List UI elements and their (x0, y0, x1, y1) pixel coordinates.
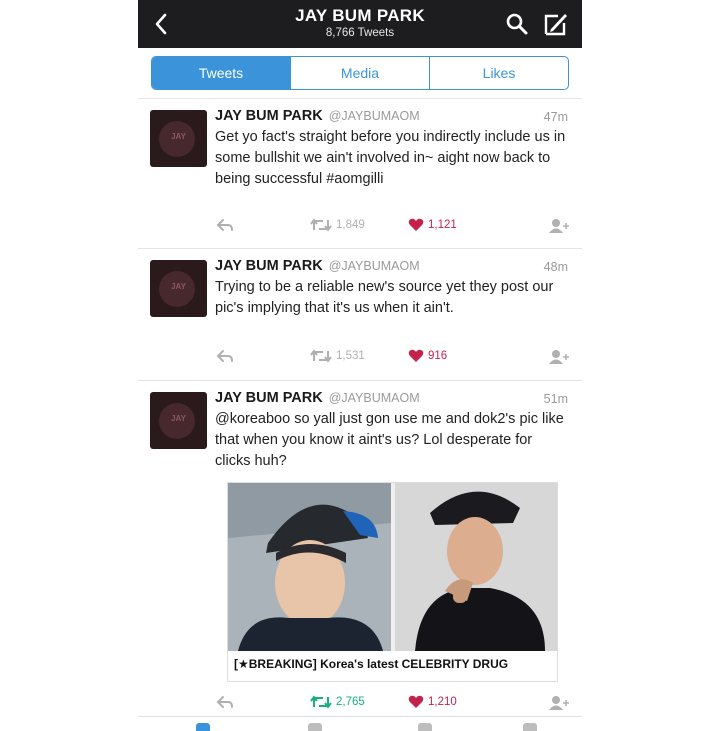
divider (138, 98, 582, 99)
author-handle: @JAYBUMAOM (328, 391, 420, 405)
profile-tabs: Tweets Media Likes (151, 56, 569, 90)
retweet-button[interactable]: 1,531 (310, 349, 365, 363)
notifications-tab-icon[interactable] (308, 723, 322, 731)
retweet-icon (310, 218, 332, 232)
tweet-time: 48m (543, 260, 568, 274)
tweet-text: @koreaboo so yall just gon use me and do… (215, 411, 564, 469)
like-count: 1,210 (428, 696, 457, 708)
reply-icon[interactable] (216, 695, 234, 711)
profile-header-bar: JAY BUM PARK 8,766 Tweets (138, 0, 582, 48)
compose-icon (544, 14, 567, 36)
avatar[interactable]: JAY (150, 392, 207, 449)
avatar[interactable]: JAY (150, 260, 207, 317)
search-icon (506, 13, 528, 35)
tweet-author: JAY BUM PARK @JAYBUMAOM (215, 108, 420, 124)
me-tab-icon[interactable] (523, 723, 537, 731)
author-name: JAY BUM PARK (215, 258, 323, 274)
search-button[interactable] (504, 11, 530, 37)
bottom-tab-bar (138, 716, 582, 731)
tweet-media-card[interactable]: [★BREAKING] Korea's latest CELEBRITY DRU… (227, 482, 558, 682)
follow-icon[interactable] (548, 218, 570, 234)
author-handle: @JAYBUMAOM (328, 109, 420, 123)
heart-icon (408, 218, 424, 231)
reply-icon[interactable] (216, 218, 234, 234)
like-count: 1,121 (428, 219, 457, 231)
messages-tab-icon[interactable] (418, 723, 432, 731)
tab-likes[interactable]: Likes (430, 57, 568, 89)
like-button[interactable]: 916 (408, 349, 447, 363)
tweet-text: Trying to be a reliable new's source yet… (215, 279, 554, 316)
tweet-actions: 2,765 1,210 (138, 695, 582, 713)
tweet-author: JAY BUM PARK @JAYBUMAOM (215, 258, 420, 274)
tweet-time: 47m (543, 110, 568, 124)
tweet-time: 51m (543, 392, 568, 406)
tweet-item[interactable]: JAY JAY BUM PARK @JAYBUMAOM 48m Trying to… (138, 250, 582, 380)
reply-icon[interactable] (216, 349, 234, 365)
follow-icon[interactable] (548, 349, 570, 365)
author-name: JAY BUM PARK (215, 108, 323, 124)
heart-icon (408, 695, 424, 708)
twitter-profile-screen: JAY BUM PARK 8,766 Tweets Tweets Media L… (138, 0, 582, 731)
tweet-author: JAY BUM PARK @JAYBUMAOM (215, 390, 420, 406)
retweet-button[interactable]: 1,849 (310, 218, 365, 232)
retweet-icon (310, 695, 332, 709)
divider (138, 248, 582, 249)
divider (138, 380, 582, 381)
tweet-text: Get yo fact's straight before you indire… (215, 129, 566, 187)
retweet-button[interactable]: 2,765 (310, 695, 365, 709)
retweet-count: 1,849 (336, 219, 365, 231)
like-count: 916 (428, 350, 448, 362)
media-photo-right (395, 483, 557, 651)
like-button[interactable]: 1,210 (408, 695, 457, 709)
author-name: JAY BUM PARK (215, 390, 323, 406)
media-photo-left (228, 483, 391, 651)
tweet-actions: 1,849 1,121 (138, 218, 582, 236)
heart-icon (408, 349, 424, 362)
retweet-count: 2,765 (336, 696, 365, 708)
tweet-item[interactable]: JAY JAY BUM PARK @JAYBUMAOM 47m Get yo fa… (138, 100, 582, 248)
follow-icon[interactable] (548, 695, 570, 711)
avatar[interactable]: JAY (150, 110, 207, 167)
author-handle: @JAYBUMAOM (328, 259, 420, 273)
compose-button[interactable] (542, 10, 570, 38)
tweet-actions: 1,531 916 (138, 349, 582, 367)
home-tab-icon[interactable] (196, 723, 210, 731)
retweet-count: 1,531 (336, 350, 365, 362)
tab-tweets[interactable]: Tweets (152, 57, 291, 89)
retweet-icon (310, 349, 332, 363)
like-button[interactable]: 1,121 (408, 218, 457, 232)
tab-media[interactable]: Media (291, 57, 430, 89)
media-caption: [★BREAKING] Korea's latest CELEBRITY DRU… (228, 651, 557, 681)
